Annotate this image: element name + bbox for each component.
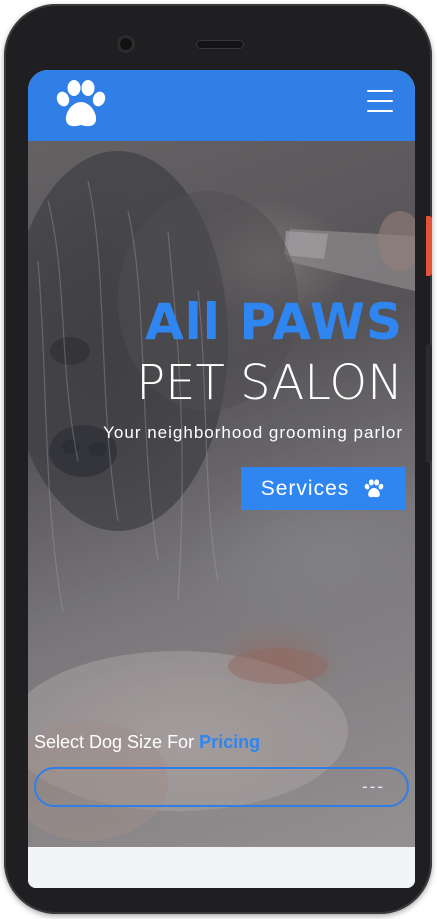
paw-icon[interactable]	[54, 79, 108, 131]
hero-title-line2: PET SALON	[136, 355, 403, 411]
services-button-label: Services	[260, 476, 350, 500]
phone-frame: All PAWS PET SALON Your neighborhood gro…	[4, 4, 432, 914]
volume-button	[426, 216, 432, 276]
services-button[interactable]: Services	[241, 467, 405, 510]
pricing-highlight: Pricing	[199, 732, 261, 752]
hamburger-menu-icon[interactable]	[367, 90, 393, 112]
dog-size-select[interactable]: ---	[34, 767, 409, 807]
hero-tagline: Your neighborhood grooming parlor	[103, 423, 403, 442]
front-camera	[117, 35, 135, 53]
menu-bar	[367, 90, 393, 92]
earpiece-speaker	[196, 40, 244, 49]
navbar	[28, 70, 415, 141]
paw-icon	[364, 478, 384, 497]
dog-size-label-prefix: Select Dog Size For	[34, 732, 200, 752]
hero-section: All PAWS PET SALON Your neighborhood gro…	[28, 141, 415, 847]
dog-size-select-value: ---	[362, 777, 385, 796]
dog-size-label: Select Dog Size For Pricing	[34, 732, 260, 753]
menu-bar	[367, 100, 393, 102]
power-button	[426, 344, 432, 462]
screen: All PAWS PET SALON Your neighborhood gro…	[28, 70, 415, 888]
hero-title-line1: All PAWS	[144, 293, 403, 351]
page-bottom	[28, 847, 415, 888]
menu-bar	[367, 110, 393, 112]
